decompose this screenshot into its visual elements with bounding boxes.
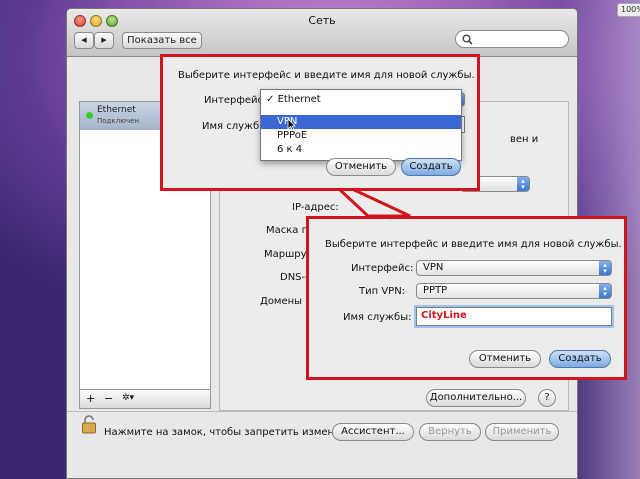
dialog1-interface-label: Интерфейс [204,95,264,106]
dialog2-interface-value: VPN [423,262,444,273]
dialog2-vpn-type-popup[interactable]: PPTP ▴ ▾ [416,283,612,299]
dialog2-name-label: Имя службы: [343,312,412,323]
dialog1-prompt: Выберите интерфейс и введите имя для нов… [178,70,475,81]
dialog2-interface-popup[interactable]: VPN ▴ ▾ [416,260,612,276]
dialog2-interface-label: Интерфейс: [351,263,414,274]
dialog2-cancel-button[interactable]: Отменить [469,350,541,368]
dialog-callout-top: Выберите интерфейс и введите имя для нов… [160,54,480,191]
popup-arrows-icon: ▴▾ [599,261,611,275]
interface-dropdown-menu: ✓ Ethernet VPN PPPoE 6 к 4 [260,89,462,161]
popup-arrows-icon: ▴▾ [599,284,611,298]
mouse-cursor-icon [287,118,296,131]
dialog-callout-bottom: Выберите интерфейс и введите имя для нов… [306,216,627,380]
dialog2-vpn-type-value: PPTP [423,285,448,296]
dialog2-create-button[interactable]: Создать [549,350,611,368]
menu-item-ethernet-label: Ethernet [277,94,321,105]
dialog1-cancel-button[interactable]: Отменить [326,158,396,176]
dialog2-name-value: CityLine [421,310,467,321]
dialog1-name-label: Имя службы [202,121,268,132]
dialog2-vpn-type-label: Тип VPN: [359,286,406,297]
menu-item-6to4[interactable]: 6 к 4 [261,143,461,157]
dialog2-name-field[interactable]: CityLine [416,307,612,326]
menu-item-ethernet[interactable]: ✓ Ethernet [261,93,461,107]
menu-item-pppoe[interactable]: PPPoE [261,129,461,143]
dialog1-create-button[interactable]: Создать [401,158,461,176]
dialog2-prompt: Выберите интерфейс и введите имя для нов… [325,239,622,250]
